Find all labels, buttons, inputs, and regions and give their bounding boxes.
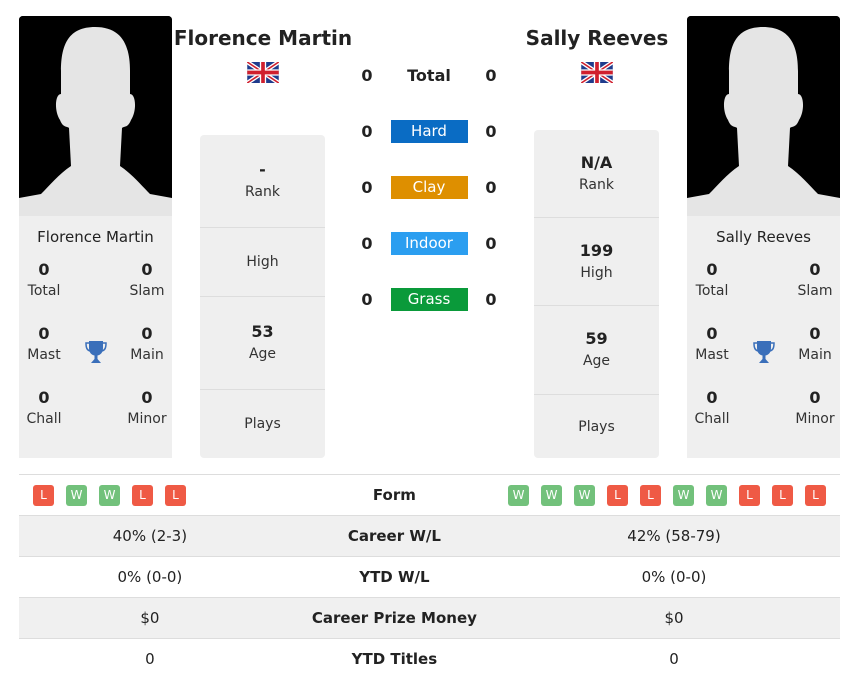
titles-main: 0 Main (798, 324, 832, 363)
h2h-row-clay: 0 Clay 0 (361, 175, 497, 199)
stat-age: 53 Age (200, 297, 325, 390)
stat-age: 59 Age (534, 306, 659, 395)
form-loss-badge[interactable]: L (165, 484, 186, 506)
player-name-right[interactable]: Sally Reeves (510, 26, 684, 50)
player-card-left: Florence Martin 0 Total 0 Slam 0 Mast 0 Main… (19, 216, 172, 458)
row-ytd-wl: 0% (0-0) YTD W/L 0% (0-0) (19, 556, 840, 598)
player-name-small: Florence Martin (37, 228, 154, 246)
h2h-row-total: 0 Total 0 (361, 65, 497, 85)
surface-grass[interactable]: Grass (390, 287, 468, 311)
player-stats-left: - Rank High 53 Age Plays (200, 135, 325, 458)
form-win-badge[interactable]: W (673, 484, 694, 506)
form-loss-badge[interactable]: L (33, 484, 54, 506)
player-photo-right (687, 16, 840, 216)
titles-slam: 0 Slam (129, 260, 165, 299)
silhouette-icon (19, 16, 172, 216)
surface-indoor[interactable]: Indoor (390, 231, 468, 255)
trophy-icon (69, 320, 122, 384)
player-card-right: Sally Reeves 0 Total 0 Slam 0 Mast 0 Main 0C… (687, 216, 840, 458)
titles-chall: 0 Chall (694, 388, 730, 427)
form-win-badge[interactable]: W (706, 484, 727, 506)
stat-rank: N/A Rank (534, 130, 659, 218)
form-loss-badge[interactable]: L (739, 484, 760, 506)
h2h-row-grass: 0 Grass 0 (361, 287, 497, 311)
stat-high: 199 High (534, 218, 659, 306)
titles-minor: 0 Minor (127, 388, 167, 427)
row-ytd-titles: 0 YTD Titles 0 (19, 638, 840, 680)
comparison-table: LWWLL Form WWWLLWWLLL 40% (2-3) Career W… (19, 474, 840, 680)
uk-flag-icon (580, 60, 614, 87)
form-win-badge[interactable]: W (541, 484, 562, 506)
form-loss-badge[interactable]: L (805, 484, 826, 506)
row-form: LWWLL Form WWWLLWWLLL (19, 474, 840, 516)
form-loss-badge[interactable]: L (772, 484, 793, 506)
surface-hard[interactable]: Hard (390, 119, 468, 143)
surface-total: Total (407, 65, 451, 85)
titles-total: 0 Total (27, 260, 61, 299)
titles-chall: 0 Chall (26, 388, 62, 427)
titles-mast: 0 Mast (695, 324, 729, 363)
form-loss-badge[interactable]: L (640, 484, 661, 506)
form-loss-badge[interactable]: L (132, 484, 153, 506)
form-right: WWWLLWWLLL (508, 484, 826, 506)
h2h-row-indoor: 0 Indoor 0 (361, 231, 497, 255)
titles-main: 0 Main (130, 324, 164, 363)
silhouette-icon (687, 16, 840, 216)
player-name-left[interactable]: Florence Martin (172, 26, 354, 50)
stat-rank: - Rank (200, 135, 325, 228)
stat-plays: Plays (244, 416, 281, 432)
row-prize-money: $0 Career Prize Money $0 (19, 597, 840, 639)
h2h-row-hard: 0 Hard 0 (361, 119, 497, 143)
stat-high: High (200, 228, 325, 297)
titles-total: 0 Total (695, 260, 729, 299)
trophy-icon (737, 320, 790, 384)
player-name-small: Sally Reeves (716, 228, 811, 246)
player-photo-left (19, 16, 172, 216)
form-win-badge[interactable]: W (508, 484, 529, 506)
form-win-badge[interactable]: W (574, 484, 595, 506)
stat-plays: Plays (578, 418, 615, 435)
form-left: LWWLL (33, 484, 281, 506)
player-stats-right: N/A Rank 199 High 59 Age Plays (534, 130, 659, 458)
form-win-badge[interactable]: W (99, 484, 120, 506)
form-loss-badge[interactable]: L (607, 484, 628, 506)
h2h-surfaces: 0 Total 0 0 Hard 0 0 Clay 0 0 Indoor 0 0… (344, 47, 514, 327)
titles-mast: 0 Mast (27, 324, 61, 363)
titles-minor: 0 Minor (795, 388, 835, 427)
row-career-wl: 40% (2-3) Career W/L 42% (58-79) (19, 515, 840, 557)
surface-clay[interactable]: Clay (390, 175, 468, 199)
titles-slam: 0 Slam (797, 260, 833, 299)
form-win-badge[interactable]: W (66, 484, 87, 506)
uk-flag-icon (246, 60, 280, 87)
